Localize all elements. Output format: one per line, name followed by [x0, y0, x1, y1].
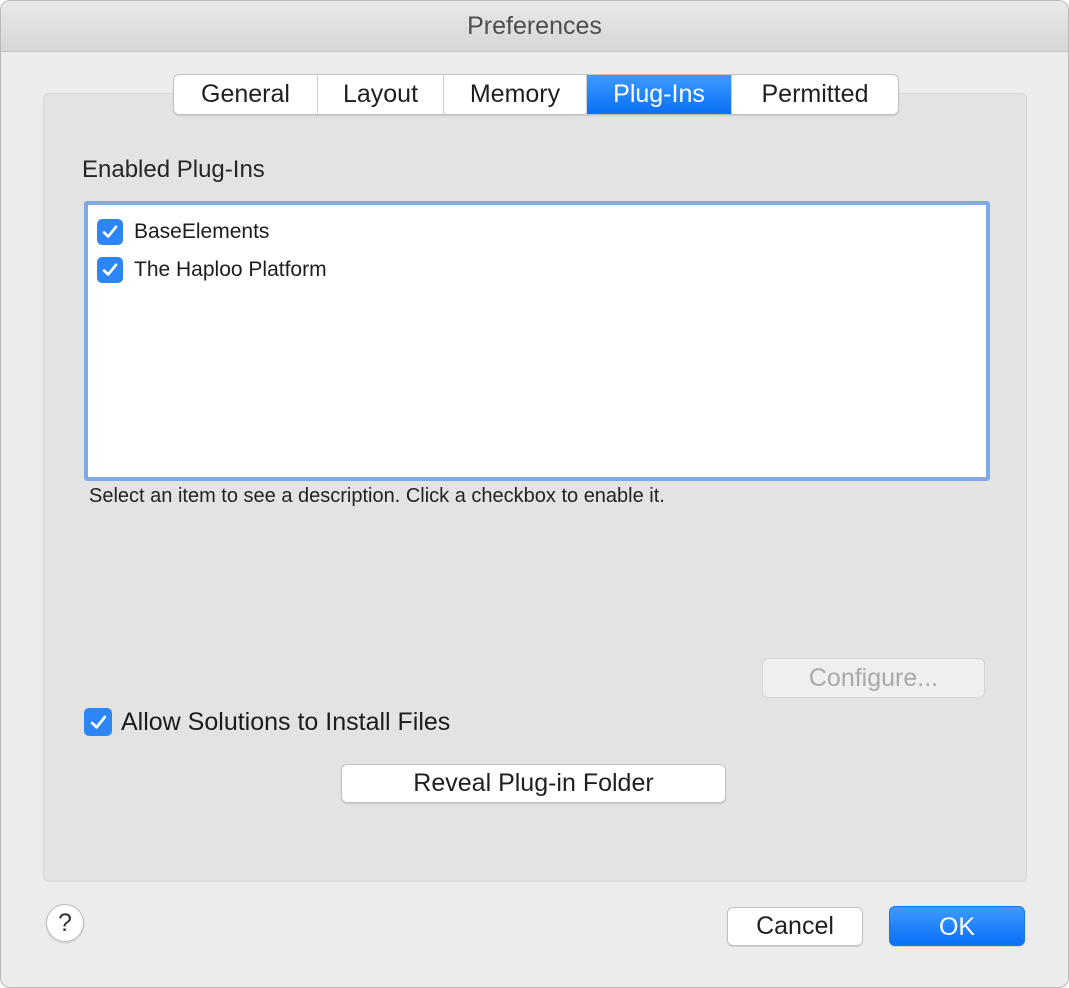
plugin-checkbox-baseelements[interactable]: [97, 219, 123, 245]
plugin-checkbox-haploo[interactable]: [97, 257, 123, 283]
plugins-hint-text: Select an item to see a description. Cli…: [89, 485, 665, 507]
tab-layout[interactable]: Layout: [318, 75, 444, 114]
list-item[interactable]: BaseElements: [97, 217, 269, 247]
question-mark-icon: ?: [58, 909, 72, 937]
allow-install-row[interactable]: Allow Solutions to Install Files: [84, 706, 450, 738]
tab-bar: General Layout Memory Plug-Ins Permitted: [173, 74, 899, 115]
checkmark-icon: [102, 263, 118, 276]
help-button[interactable]: ?: [46, 904, 84, 942]
preferences-window: Preferences General Layout Memory Plug-I…: [0, 0, 1069, 988]
configure-button[interactable]: Configure...: [762, 658, 985, 698]
window-title: Preferences: [467, 12, 602, 40]
plugin-label: BaseElements: [134, 220, 270, 243]
checkmark-icon: [90, 715, 106, 729]
checkmark-icon: [102, 225, 118, 238]
enabled-plugins-heading: Enabled Plug-Ins: [82, 156, 265, 183]
tab-plug-ins[interactable]: Plug-Ins: [587, 75, 732, 114]
ok-button[interactable]: OK: [889, 906, 1025, 946]
list-item[interactable]: The Haploo Platform: [97, 255, 327, 285]
plugins-list[interactable]: BaseElements The Haploo Platform: [84, 201, 990, 481]
tab-memory[interactable]: Memory: [444, 75, 587, 114]
plugin-label: The Haploo Platform: [134, 258, 327, 281]
title-bar[interactable]: Preferences: [1, 1, 1068, 52]
allow-install-label: Allow Solutions to Install Files: [121, 707, 451, 736]
tab-permitted[interactable]: Permitted: [732, 75, 898, 114]
tab-general[interactable]: General: [174, 75, 318, 114]
allow-install-checkbox[interactable]: [84, 708, 112, 736]
cancel-button[interactable]: Cancel: [727, 907, 863, 946]
reveal-plugin-folder-button[interactable]: Reveal Plug-in Folder: [341, 764, 726, 803]
